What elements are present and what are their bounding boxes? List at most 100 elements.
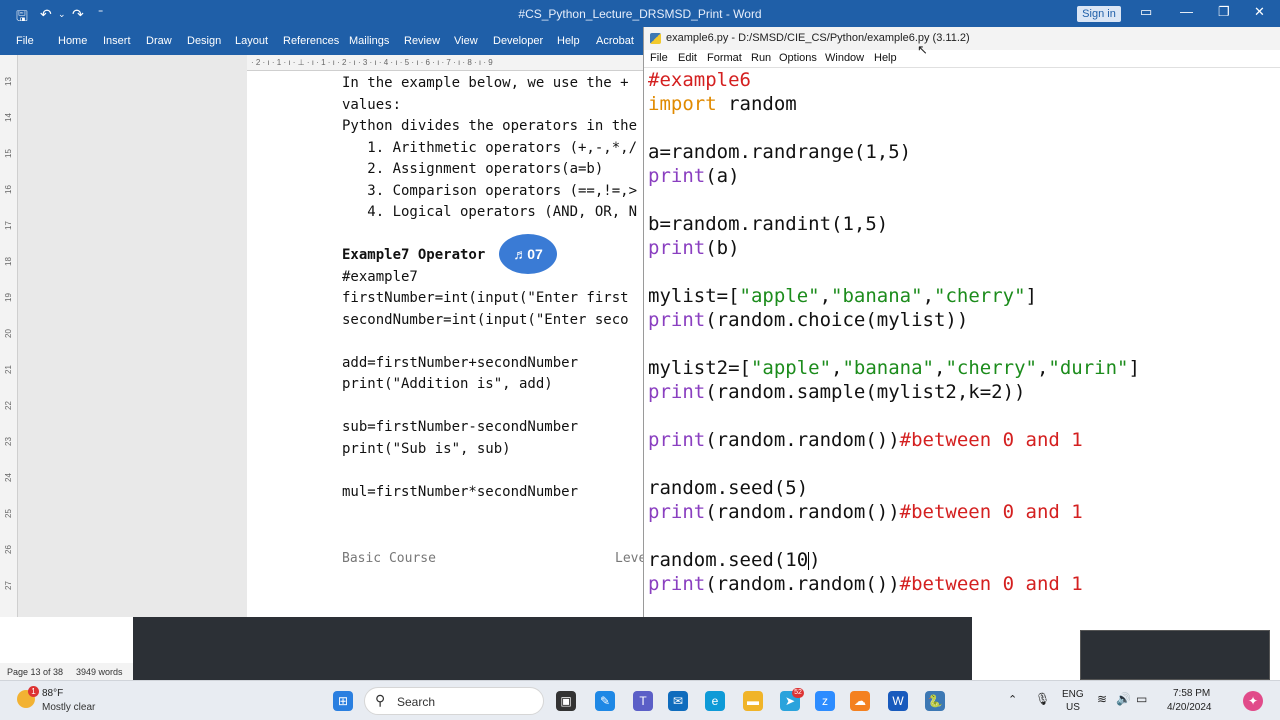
tab-mailings[interactable]: Mailings — [349, 35, 389, 47]
sign-in-button[interactable]: Sign in — [1077, 6, 1121, 22]
tab-file[interactable]: File — [16, 35, 34, 47]
language-code[interactable]: ENG — [1062, 689, 1084, 700]
tab-acrobat[interactable]: Acrobat — [596, 35, 634, 47]
code-token: #example6 — [648, 69, 751, 91]
chat-icon[interactable]: ✎ — [595, 691, 615, 711]
clock-date[interactable]: 4/20/2024 — [1167, 702, 1212, 713]
horizontal-ruler: · 2 · ı · 1 · ı · ⊥ · ı · 1 · ı · 2 · ı … — [247, 55, 645, 71]
copilot-icon[interactable]: ✦ — [1243, 691, 1263, 711]
ruler-number: 17 — [3, 221, 13, 230]
microphone-icon[interactable]: 🎙 — [1035, 692, 1050, 706]
code-token: ) — [809, 549, 821, 571]
ruler-number: 19 — [3, 293, 13, 302]
clock-time[interactable]: 7:58 PM — [1173, 688, 1210, 699]
code-line: b=random.randint(1,5) — [648, 213, 888, 235]
taskbar-search[interactable]: ⚲ Search — [364, 687, 544, 715]
document-page[interactable]: In the example below, we use the + values… — [247, 71, 645, 617]
edge-icon[interactable]: e — [705, 691, 725, 711]
code-token: mylist2=[ — [648, 357, 751, 379]
code-token: print — [648, 381, 706, 403]
tab-references[interactable]: References — [283, 35, 339, 47]
doc-line: Python divides the operators in the — [342, 118, 638, 134]
cloud-icon[interactable]: ☁ — [850, 691, 870, 711]
code-token: "banana" — [842, 357, 934, 379]
menu-format[interactable]: Format — [707, 52, 742, 64]
page-count[interactable]: Page 13 of 38 — [7, 667, 63, 677]
volume-icon[interactable]: 🔊 — [1116, 692, 1131, 706]
doc-line: sub=firstNumber-secondNumber — [342, 419, 579, 435]
menu-options[interactable]: Options — [779, 52, 817, 64]
tab-draw[interactable]: Draw — [146, 35, 172, 47]
code-token: (random.sample(mylist2,k=2)) — [705, 381, 1026, 403]
code-editor[interactable]: #example6 import random a=random.randrange… — [644, 68, 1280, 617]
tab-design[interactable]: Design — [187, 35, 221, 47]
ruler-number: 16 — [3, 185, 13, 194]
battery-icon[interactable]: ▭ — [1136, 692, 1147, 706]
status-bar: Page 13 of 38 3949 words — [0, 663, 133, 681]
code-token: #between 0 and 1 — [899, 501, 1083, 523]
code-token: print — [648, 429, 706, 451]
taskbar: 1 88°F Mostly clear ⊞ ⚲ Search ▣ ✎ T ✉ e… — [0, 680, 1280, 720]
idle-editor-window[interactable]: example6.py - D:/SMSD/CIE_CS/Python/exam… — [643, 27, 1280, 617]
doc-heading: Example7 Operator — [342, 247, 486, 263]
code-token: random — [716, 93, 797, 115]
doc-line: #example7 — [342, 268, 418, 285]
code-token: print — [648, 237, 706, 259]
tab-help[interactable]: Help — [557, 35, 580, 47]
ribbon-display-icon[interactable]: ▭ — [1140, 4, 1152, 20]
footer-left: Basic Course — [342, 551, 436, 566]
menu-file[interactable]: File — [650, 52, 668, 64]
ruler-number: 23 — [3, 437, 13, 446]
doc-line: mul=firstNumber*secondNumber — [342, 483, 579, 500]
code-line: print(random.choice(mylist)) — [648, 309, 968, 331]
search-icon: ⚲ — [375, 692, 386, 708]
idle-title-bar: example6.py - D:/SMSD/CIE_CS/Python/exam… — [644, 27, 1280, 50]
minimize-icon[interactable]: — — [1180, 4, 1193, 19]
ruler-number: 13 — [3, 77, 13, 86]
code-token: print — [648, 501, 706, 523]
menu-window[interactable]: Window — [825, 52, 864, 64]
word-count[interactable]: 3949 words — [76, 667, 123, 677]
tab-insert[interactable]: Insert — [103, 35, 131, 47]
task-view-icon[interactable]: ▣ — [556, 691, 576, 711]
code-token: b=random.randint(1,5) — [648, 213, 889, 235]
code-line: a=random.randrange(1,5) — [648, 141, 911, 163]
tab-review[interactable]: Review — [404, 35, 440, 47]
doc-line: firstNumber=int(input("Enter first — [342, 290, 629, 306]
menu-edit[interactable]: Edit — [678, 52, 697, 64]
ruler-number: 14 — [3, 113, 13, 122]
file-explorer-icon[interactable]: ▬ — [743, 691, 763, 711]
code-token: print — [648, 573, 706, 595]
code-line: mylist=["apple","banana","cherry"] — [648, 285, 1037, 307]
word-icon[interactable]: W — [888, 691, 908, 711]
tray-chevron-icon[interactable]: ⌃ — [1008, 693, 1017, 706]
tab-home[interactable]: Home — [58, 35, 87, 47]
code-token: random.seed(5) — [648, 477, 809, 499]
code-token: (random.random()) — [705, 573, 900, 595]
code-token: #between 0 and 1 — [899, 573, 1083, 595]
weather-temperature[interactable]: 88°F — [42, 688, 63, 699]
mail-icon[interactable]: ✉ — [668, 691, 688, 711]
menu-help[interactable]: Help — [874, 52, 897, 64]
start-windows-icon[interactable]: ⊞ — [333, 691, 353, 711]
ruler-number: 15 — [3, 149, 13, 158]
notification-badge: 1 — [28, 686, 39, 697]
document-canvas — [0, 55, 247, 617]
weather-description[interactable]: Mostly clear — [42, 702, 95, 713]
code-token: "apple" — [750, 357, 832, 379]
language-region[interactable]: US — [1066, 702, 1080, 713]
tab-layout[interactable]: Layout — [235, 35, 268, 47]
menu-run[interactable]: Run — [751, 52, 771, 64]
tab-view[interactable]: View — [454, 35, 478, 47]
zoom-icon[interactable]: z — [815, 691, 835, 711]
doc-line: secondNumber=int(input("Enter seco — [342, 311, 629, 328]
python-idle-icon[interactable]: 🐍 — [925, 691, 945, 711]
teams-icon[interactable]: T — [633, 691, 653, 711]
tab-developer[interactable]: Developer — [493, 35, 543, 47]
code-line: print(random.random())#between 0 and 1 — [648, 573, 1083, 595]
wifi-icon[interactable]: ≋ — [1097, 692, 1107, 706]
code-token: random.seed(10 — [648, 549, 809, 571]
doc-line: 4. Logical operators (AND, OR, N — [342, 204, 638, 220]
close-icon[interactable]: ✕ — [1254, 4, 1265, 20]
maximize-icon[interactable]: ❐ — [1218, 4, 1230, 20]
